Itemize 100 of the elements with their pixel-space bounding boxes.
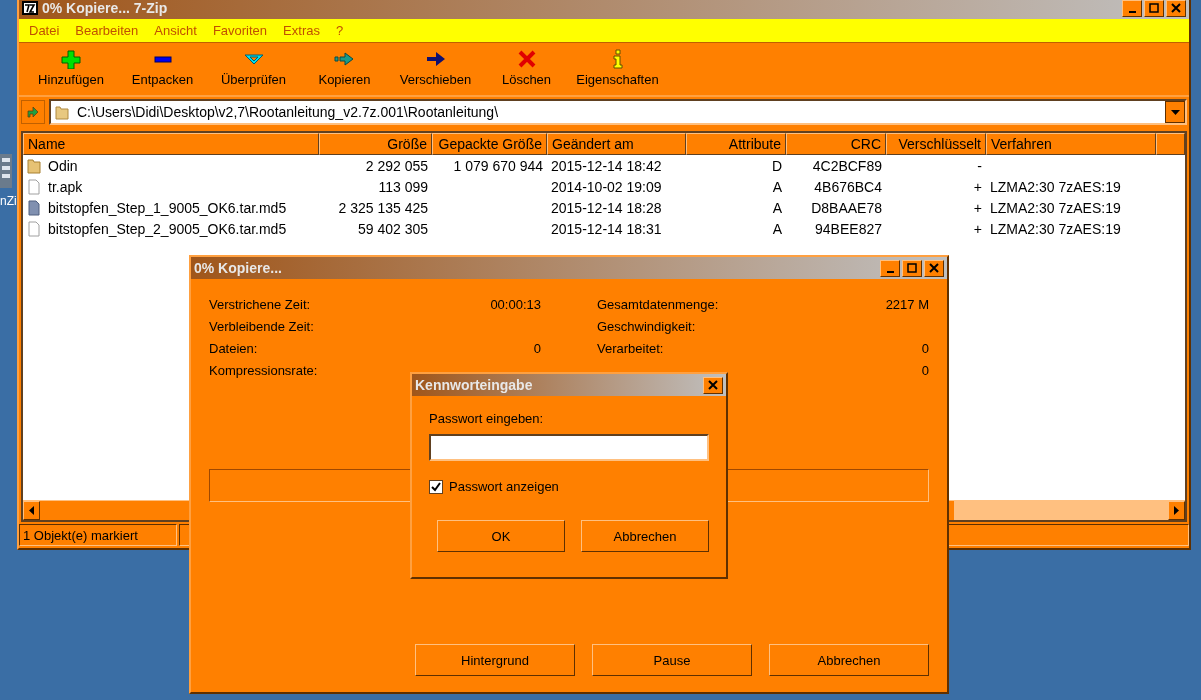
table-cell: - (977, 157, 982, 174)
file-icon (27, 199, 41, 216)
file-name[interactable]: Odin (48, 157, 78, 174)
table-cell: 113 099 (378, 178, 428, 195)
table-cell: + (973, 199, 982, 216)
dialog-button[interactable]: Hintergrund (415, 644, 575, 676)
column-header[interactable]: Attribute (686, 133, 786, 155)
table-cell: D (771, 157, 782, 174)
table-cell: 2015-12-14 18:31 (551, 220, 662, 237)
table-cell: LZMA2:30 7zAES:19 (990, 199, 1121, 216)
menu-item[interactable]: ? (327, 21, 352, 40)
menu-item[interactable]: Datei (21, 21, 68, 40)
up-button[interactable] (21, 100, 45, 124)
table-cell: 2015-12-14 18:42 (551, 157, 662, 174)
column-header[interactable]: Gepackte Größe (432, 133, 547, 155)
window-title: 0% Kopiere... 7-Zip (42, 0, 168, 16)
file-name[interactable]: tr.apk (48, 178, 83, 195)
column-header[interactable]: Größe (319, 133, 432, 155)
table-cell: 2015-12-14 18:28 (551, 199, 662, 216)
column-header[interactable]: Name (23, 133, 319, 155)
caret-icon (1170, 109, 1180, 115)
right-arrow-icon[interactable] (1174, 506, 1179, 515)
menu-item[interactable]: Bearbeiten (67, 21, 147, 40)
toolbar-button[interactable]: Verschieben (390, 47, 481, 89)
menu-item[interactable]: Ansicht (146, 21, 205, 40)
menu-item[interactable]: Favoriten (204, 21, 276, 40)
address-field[interactable]: C:\Users\Didi\Desktop\v2,7\Rootanleitung_v2.7z.001\Rootanleitung\ (49, 99, 1187, 125)
toolbar-button[interactable]: Überprüfen (208, 47, 299, 89)
close-icon (708, 380, 718, 390)
stat-value: 0 (533, 340, 541, 356)
maximize-icon (1149, 3, 1159, 13)
dialog-title: 0% Kopiere... (194, 260, 282, 276)
column-header[interactable]: Geändert am (547, 133, 686, 155)
minimize-icon (1128, 10, 1136, 13)
toolbar-button[interactable]: Hinzufügen (25, 47, 117, 89)
stat-label: Kompressionsrate: (209, 362, 318, 378)
toolbar-button[interactable]: Entpacken (117, 47, 208, 89)
toolbar-button[interactable]: Löschen (481, 47, 572, 89)
table-cell: 2 292 055 (365, 157, 428, 174)
dialog-button[interactable]: Abbrechen (769, 644, 929, 676)
dialog-title: Kennworteingabe (415, 377, 533, 393)
arrow-icon (424, 49, 447, 69)
stat-label: Verarbeitet: (597, 340, 664, 356)
field-label: Passwort eingeben: (429, 411, 545, 426)
file-icon (27, 220, 41, 237)
table-cell: + (973, 178, 982, 195)
dialog-button[interactable]: Pause (592, 644, 752, 676)
desktop-icon-label: nZi (0, 194, 17, 208)
maximize-button[interactable] (902, 259, 922, 277)
arrow-icon (26, 105, 40, 119)
stat-value: 00:00:13 (490, 296, 541, 312)
stat-value: 2217 M (885, 296, 929, 312)
checkbox[interactable] (429, 479, 443, 494)
table-cell: 4C2BCF89 (812, 157, 882, 174)
stat-label: Gesamtdatenmenge: (597, 296, 719, 312)
header-filler (1156, 133, 1185, 155)
minimize-icon (886, 270, 894, 273)
table-cell: 1 079 670 944 (453, 157, 543, 174)
file-name[interactable]: bitstopfen_Step_2_9005_OK6.tar.md5 (48, 220, 287, 237)
close-button[interactable] (703, 376, 723, 394)
maximize-button[interactable] (1144, 0, 1164, 17)
stat-value: 0 (921, 340, 929, 356)
stat-label: Dateien: (209, 340, 258, 356)
left-arrow-icon[interactable] (29, 506, 34, 515)
toolbar-button[interactable]: Eigenschaften (572, 47, 663, 89)
stat-value: 0 (921, 362, 929, 378)
minimize-button[interactable] (1122, 0, 1142, 17)
file-name[interactable]: bitstopfen_Step_1_9005_OK6.tar.md5 (48, 199, 287, 216)
column-header[interactable]: Verschlüsselt (886, 133, 986, 155)
menu-item[interactable]: Extras (275, 21, 328, 40)
stat-label: Verstrichene Zeit: (209, 296, 311, 312)
arrow-icon (333, 49, 356, 69)
folder-icon (27, 157, 41, 174)
column-header[interactable]: Verfahren (986, 133, 1156, 155)
close-icon (929, 263, 939, 273)
table-cell: LZMA2:30 7zAES:19 (990, 220, 1121, 237)
table-cell: + (973, 220, 982, 237)
close-button[interactable] (1166, 0, 1186, 17)
plus-icon (60, 49, 82, 69)
status-text: 1 Objekt(e) markiert (19, 524, 177, 546)
dialog-button[interactable]: OK (437, 520, 565, 552)
table-cell: A (772, 199, 782, 216)
dropdown-button[interactable] (1165, 101, 1185, 123)
minimize-button[interactable] (880, 259, 900, 277)
file-icon (27, 178, 41, 195)
table-cell: A (772, 178, 782, 195)
table-cell: A (772, 220, 782, 237)
close-button[interactable] (924, 259, 944, 277)
checkbox-label: Passwort anzeigen (449, 479, 559, 494)
stat-label: Verbleibende Zeit: (209, 318, 314, 334)
dialog-button[interactable]: Abbrechen (581, 520, 709, 552)
table-cell: D8BAAE78 (811, 199, 882, 216)
table-cell: 2014-10-02 19:09 (551, 178, 662, 195)
app-icon (22, 1, 38, 15)
close-icon (1171, 3, 1181, 13)
password-field[interactable] (429, 434, 709, 461)
column-header[interactable]: CRC (786, 133, 886, 155)
table-cell: 94BEE827 (815, 220, 882, 237)
toolbar-button[interactable]: Kopieren (299, 47, 390, 89)
table-cell: 4B676BC4 (814, 178, 882, 195)
